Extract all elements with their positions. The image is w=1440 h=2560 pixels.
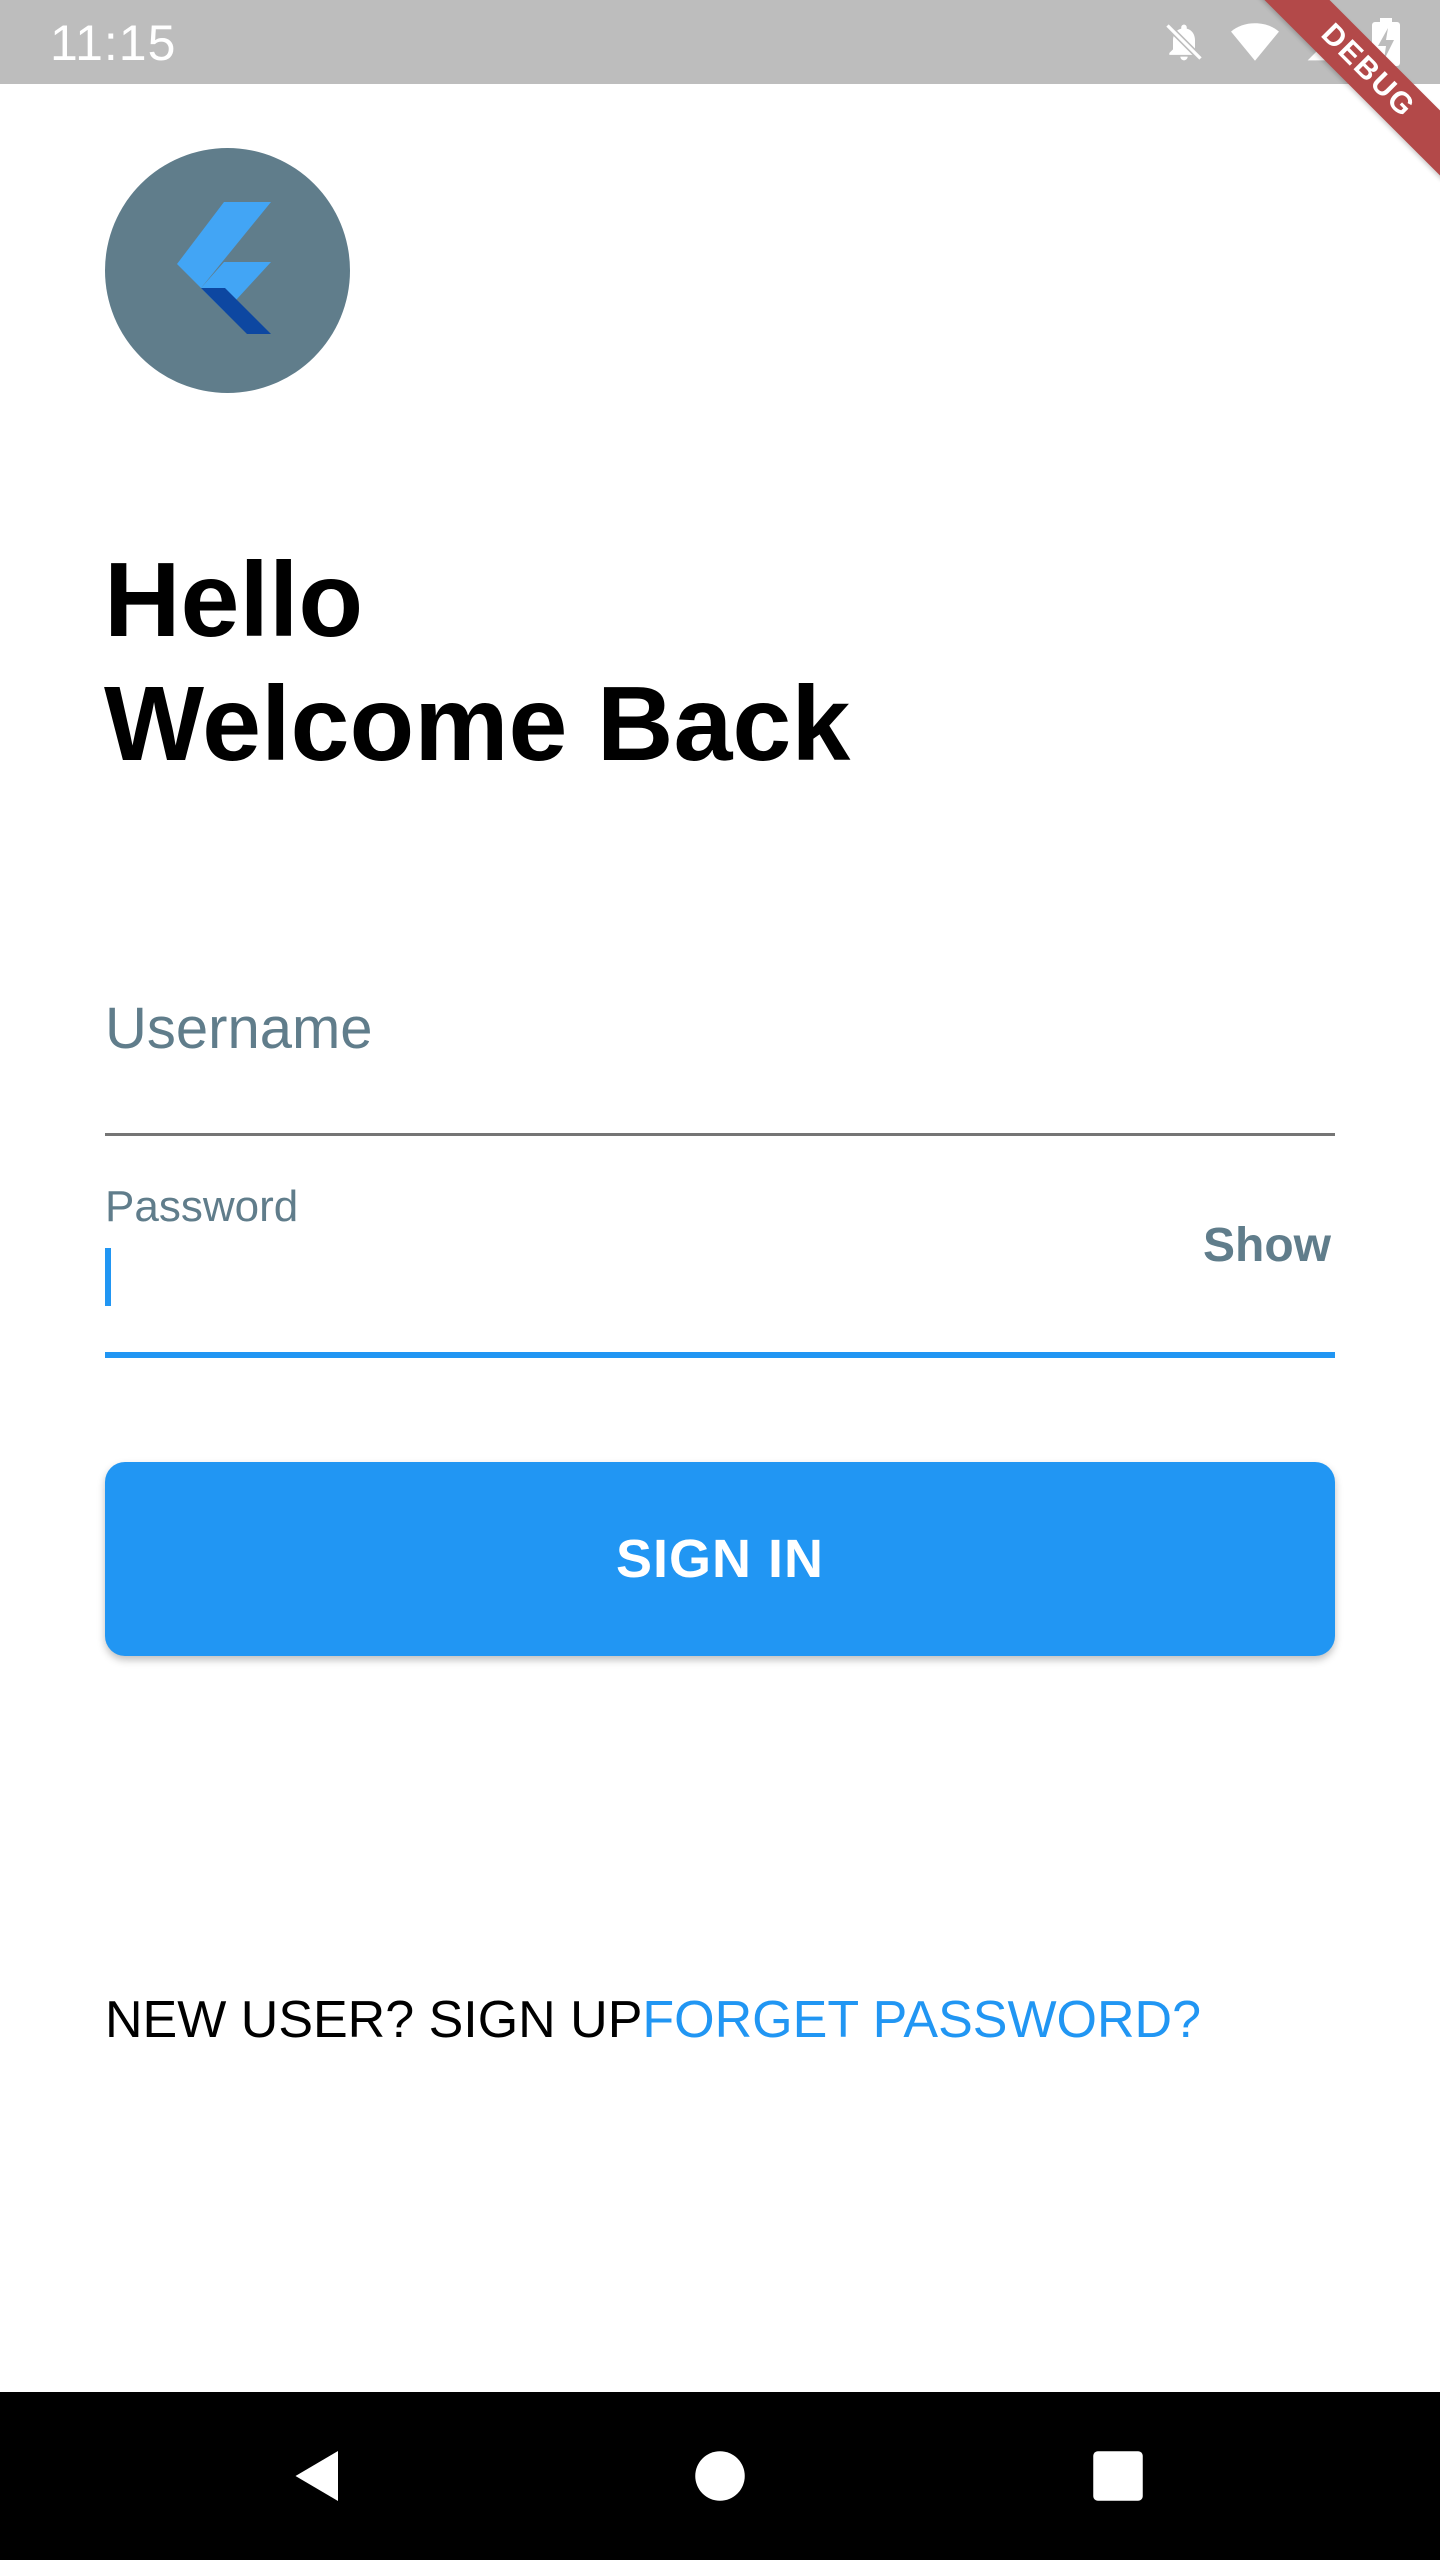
home-button[interactable] bbox=[636, 2392, 804, 2560]
welcome-headline: Hello Welcome Back bbox=[104, 538, 850, 786]
password-label: Password bbox=[105, 1182, 299, 1231]
wifi-icon bbox=[1230, 20, 1280, 64]
recents-icon bbox=[1093, 2451, 1143, 2501]
flutter-logo-icon bbox=[177, 202, 271, 334]
text-cursor bbox=[105, 1248, 111, 1306]
sign-up-link[interactable]: NEW USER? SIGN UP bbox=[105, 1991, 642, 2049]
navigation-bar bbox=[0, 2392, 1440, 2560]
show-password-button[interactable]: Show bbox=[1203, 1218, 1331, 1273]
password-field[interactable]: Password Show bbox=[105, 1170, 1335, 1358]
username-underline bbox=[105, 1133, 1335, 1136]
back-icon bbox=[295, 2451, 338, 2501]
recents-button[interactable] bbox=[1034, 2392, 1202, 2560]
back-button[interactable] bbox=[234, 2392, 402, 2560]
bottom-links: NEW USER? SIGN UPFORGET PASSWORD? bbox=[105, 1990, 1201, 2050]
username-field[interactable]: Username bbox=[105, 980, 1335, 1136]
headline-line-1: Hello bbox=[104, 541, 364, 659]
app-logo bbox=[105, 148, 350, 393]
sign-in-button[interactable]: SIGN IN bbox=[105, 1462, 1335, 1656]
notifications-off-icon bbox=[1162, 20, 1206, 64]
forgot-password-link[interactable]: FORGET PASSWORD? bbox=[642, 1991, 1201, 2049]
username-placeholder: Username bbox=[105, 996, 373, 1061]
status-time: 11:15 bbox=[50, 15, 177, 71]
password-underline bbox=[105, 1352, 1335, 1358]
headline-line-2: Welcome Back bbox=[104, 665, 851, 783]
home-icon bbox=[695, 2451, 745, 2501]
status-bar: 11:15 bbox=[0, 0, 1440, 84]
